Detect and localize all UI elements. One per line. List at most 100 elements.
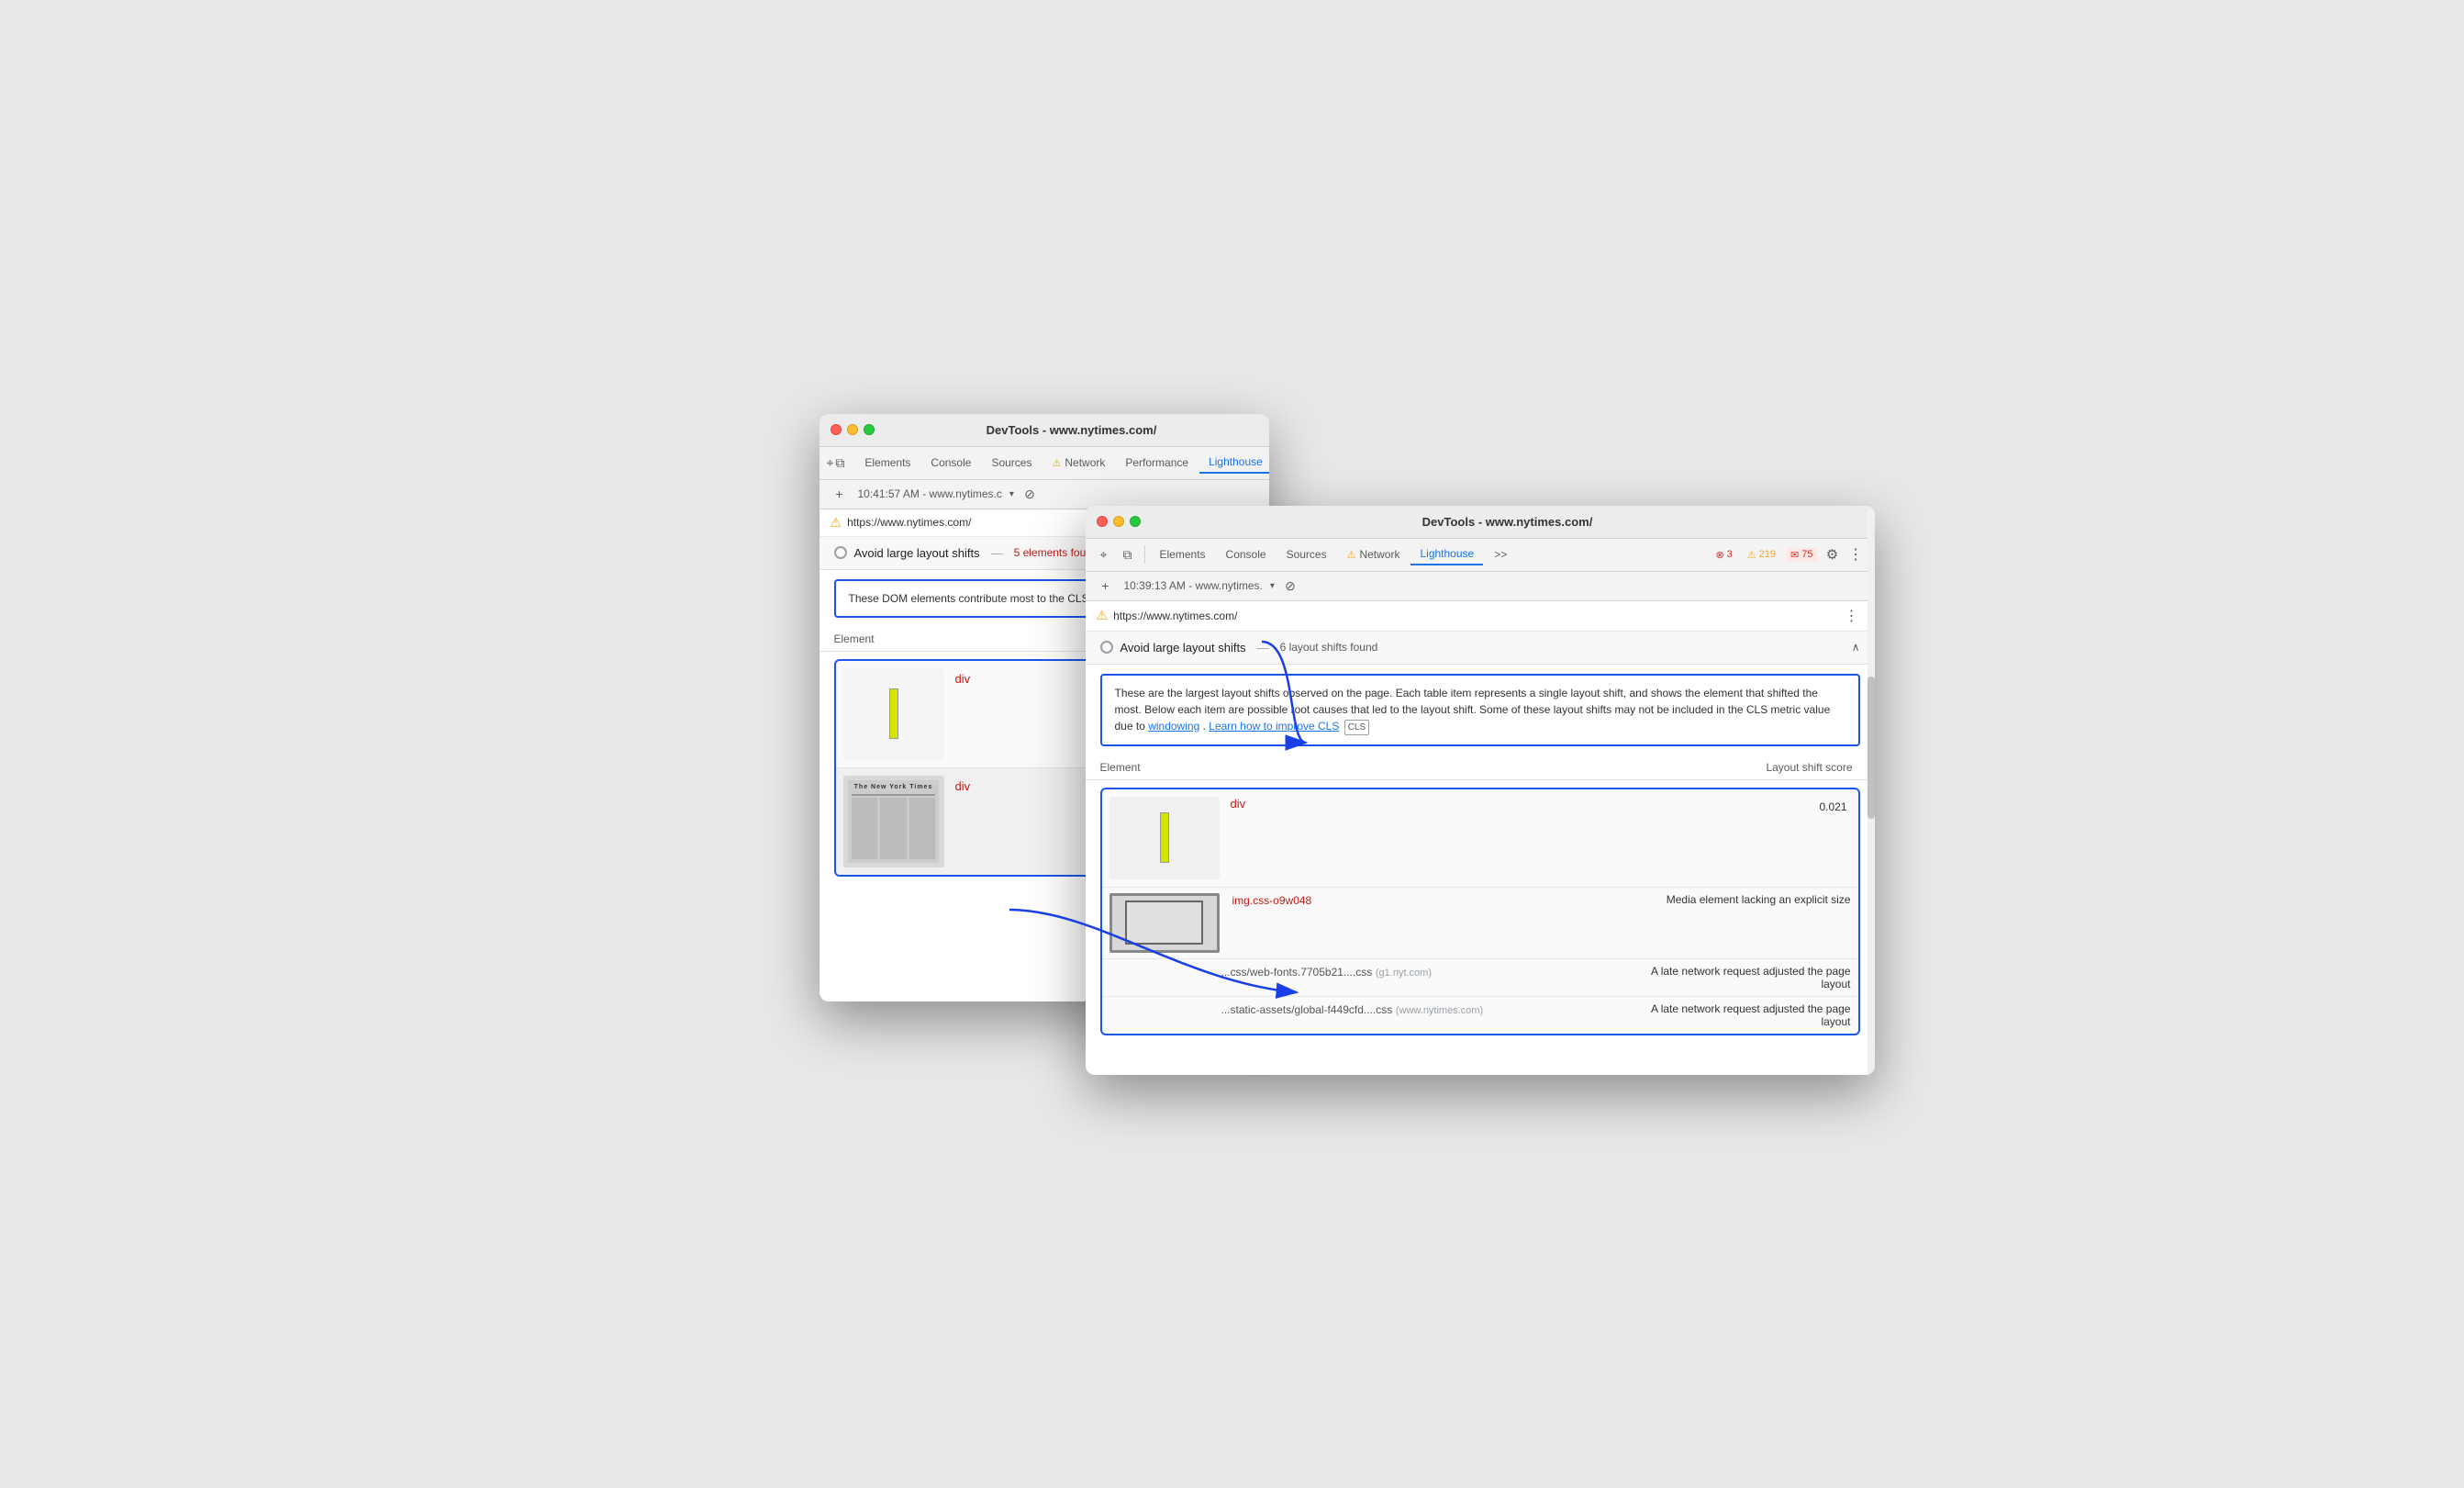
back-url-warning-icon: ⚠ (831, 515, 842, 531)
back-timestamp: 10:41:57 AM - www.nytimes.c (858, 487, 1002, 500)
traffic-lights (831, 424, 875, 435)
front-element-info-div: div (1231, 797, 1805, 811)
front-network-row-2: ...static-assets/global-f449cfd....css (… (1102, 996, 1858, 1034)
front-sub-info-img: img.css-o9w048 (1229, 893, 1312, 907)
front-maximize-button[interactable] (1130, 516, 1141, 527)
back-element-name-1: div (955, 668, 971, 689)
tab-sources-back[interactable]: Sources (982, 453, 1041, 473)
back-titlebar: DevTools - www.nytimes.com/ (819, 414, 1269, 447)
front-url-text: https://www.nytimes.com/ (1113, 610, 1237, 622)
front-urlbar: + 10:39:13 AM - www.nytimes. ▾ ⊘ (1086, 572, 1875, 601)
front-network-filename-2: ...static-assets/global-f449cfd....css (1221, 1003, 1393, 1016)
front-sub-item-img: img.css-o9w048 Media element lacking an … (1102, 887, 1858, 958)
front-element-row[interactable]: div 0.021 img.css-o9w048 Media element l… (1100, 788, 1860, 1035)
tab-sources-front[interactable]: Sources (1277, 544, 1336, 565)
back-audit-title: Avoid large layout shifts (854, 546, 980, 560)
front-network-reason-2: A late network request adjusted the page… (1622, 1002, 1851, 1028)
front-devtools-window: DevTools - www.nytimes.com/ ⌖ ⧉ Elements… (1086, 506, 1875, 1075)
maximize-button[interactable] (864, 424, 875, 435)
front-desc-link1[interactable]: windowing (1148, 720, 1199, 733)
front-minimize-button[interactable] (1113, 516, 1124, 527)
tab-network-front[interactable]: Network (1338, 544, 1410, 565)
front-error-badge: ⊗ 3 (1711, 548, 1736, 562)
front-audit-header[interactable]: Avoid large layout shifts — 6 layout shi… (1086, 632, 1875, 665)
tab-lighthouse-back[interactable]: Lighthouse (1199, 452, 1268, 474)
front-description-box: These are the largest layout shifts obse… (1100, 674, 1860, 746)
front-sub-reason-img: Media element lacking an explicit size (1667, 893, 1851, 906)
cls-badge: CLS (1344, 720, 1369, 735)
front-more-menu-icon[interactable]: ⋮ (1845, 543, 1868, 565)
front-titlebar: DevTools - www.nytimes.com/ (1086, 506, 1875, 539)
front-add-tab-icon[interactable]: + (1095, 575, 1117, 597)
tab-elements-front[interactable]: Elements (1151, 544, 1215, 565)
back-element-name-2: div (955, 776, 971, 797)
front-audit-title: Avoid large layout shifts (1121, 641, 1246, 654)
front-sub-thumb-img (1109, 893, 1220, 953)
audit-collapse-icon[interactable]: ∧ (1852, 641, 1860, 654)
front-toolbar: ⌖ ⧉ Elements Console Sources Network Lig… (1086, 539, 1875, 572)
front-audit-dash: — (1257, 641, 1269, 654)
cursor-tool-icon[interactable]: ⌖ (827, 452, 834, 474)
tab-network-back[interactable]: Network (1042, 453, 1114, 473)
front-desc-link2[interactable]: Learn how to improve CLS (1209, 720, 1339, 733)
front-close-button[interactable] (1097, 516, 1108, 527)
back-url-chevron[interactable]: ▾ (1009, 489, 1014, 499)
minimize-button[interactable] (847, 424, 858, 435)
scrollbar-thumb[interactable] (1868, 677, 1875, 819)
front-sub-name-img: img.css-o9w048 (1232, 894, 1312, 907)
front-network-file-2: ...static-assets/global-f449cfd....css (… (1221, 1002, 1484, 1016)
tab-console-front[interactable]: Console (1217, 544, 1276, 565)
front-traffic-lights (1097, 516, 1141, 527)
front-network-filename-1: ...css/web-fonts.7705b21....css (1221, 966, 1373, 979)
front-content-area: Avoid large layout shifts — 6 layout shi… (1086, 632, 1875, 1072)
front-reload-icon[interactable]: ⊘ (1282, 577, 1299, 594)
front-network-row-1: ...css/web-fonts.7705b21....css (g1.nyt.… (1102, 958, 1858, 996)
front-timestamp: 10:39:13 AM - www.nytimes. (1124, 579, 1263, 592)
tab-more-front[interactable]: >> (1485, 544, 1516, 565)
tab-console-back[interactable]: Console (921, 453, 980, 473)
front-info-icon: ✉ (1790, 549, 1799, 561)
front-error-icon: ⊗ (1715, 549, 1723, 561)
front-warning-icon: ⚠ (1747, 549, 1756, 561)
front-network-domain-text-1: (g1.nyt.com) (1376, 968, 1432, 979)
back-element-thumb-2: The New York Times (843, 776, 944, 867)
back-element-thumb-1 (843, 668, 944, 760)
reload-icon[interactable]: ⊘ (1021, 486, 1038, 502)
add-tab-icon[interactable]: + (829, 483, 851, 505)
audit-status-circle (834, 546, 847, 559)
front-network-reason-1: A late network request adjusted the page… (1622, 965, 1851, 990)
back-urlbar: + 10:41:57 AM - www.nytimes.c ▾ ⊘ (819, 480, 1269, 509)
back-audit-dash: — (991, 546, 1003, 560)
front-network-file-1: ...css/web-fonts.7705b21....css (g1.nyt.… (1221, 965, 1433, 979)
front-url-more-icon[interactable]: ⋮ (1841, 607, 1864, 625)
front-warning-badge: ⚠ 219 (1743, 548, 1780, 562)
back-toolbar: ⌖ ⧉ Elements Console Sources Network Per… (819, 447, 1269, 480)
front-warning-bar: ⚠ https://www.nytimes.com/ ⋮ (1086, 601, 1875, 632)
front-network-domain-text-2: (www.nytimes.com) (1396, 1005, 1483, 1016)
front-audit-count: 6 layout shifts found (1280, 641, 1378, 654)
front-element-thumb-div (1109, 797, 1220, 879)
layers-icon[interactable]: ⧉ (835, 452, 844, 474)
front-cursor-tool-icon[interactable]: ⌖ (1093, 543, 1115, 565)
front-element-name-div: div (1231, 793, 1246, 814)
front-settings-icon[interactable]: ⚙ (1822, 543, 1844, 565)
front-audit-status-circle (1100, 641, 1113, 654)
close-button[interactable] (831, 424, 842, 435)
front-table-body: div 0.021 img.css-o9w048 Media element l… (1086, 788, 1875, 1052)
front-url-chevron[interactable]: ▾ (1270, 581, 1275, 591)
front-col-score: Layout shift score (1766, 761, 1859, 774)
front-element-main-div: div 0.021 (1102, 789, 1858, 887)
tab-elements-back[interactable]: Elements (855, 453, 920, 473)
front-toolbar-separator (1144, 545, 1145, 564)
scrollbar-track[interactable] (1868, 506, 1875, 1075)
front-info-badge: ✉ 75 (1786, 548, 1817, 562)
front-table-header: Element Layout shift score (1086, 755, 1875, 780)
front-url-warning-icon: ⚠ (1097, 608, 1109, 623)
front-layers-icon[interactable]: ⧉ (1117, 543, 1139, 565)
front-col-element: Element (1100, 761, 1767, 774)
tab-performance-back[interactable]: Performance (1116, 453, 1198, 473)
front-window-title: DevTools - www.nytimes.com/ (1152, 515, 1864, 529)
back-window-title: DevTools - www.nytimes.com/ (886, 423, 1258, 437)
front-element-score: 0.021 (1815, 797, 1850, 817)
tab-lighthouse-front[interactable]: Lighthouse (1410, 543, 1483, 565)
